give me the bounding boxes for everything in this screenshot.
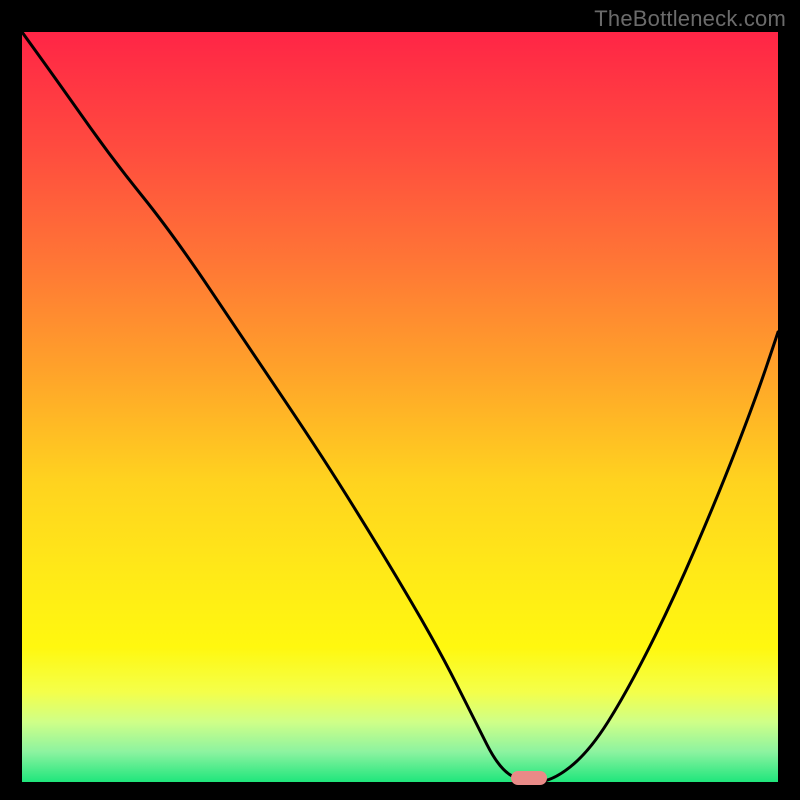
app-frame: TheBottleneck.com	[0, 0, 800, 800]
optimum-marker	[511, 771, 547, 785]
chart-background	[22, 32, 778, 782]
chart-svg	[22, 32, 778, 782]
bottleneck-chart	[22, 32, 778, 782]
watermark-text: TheBottleneck.com	[594, 6, 786, 32]
